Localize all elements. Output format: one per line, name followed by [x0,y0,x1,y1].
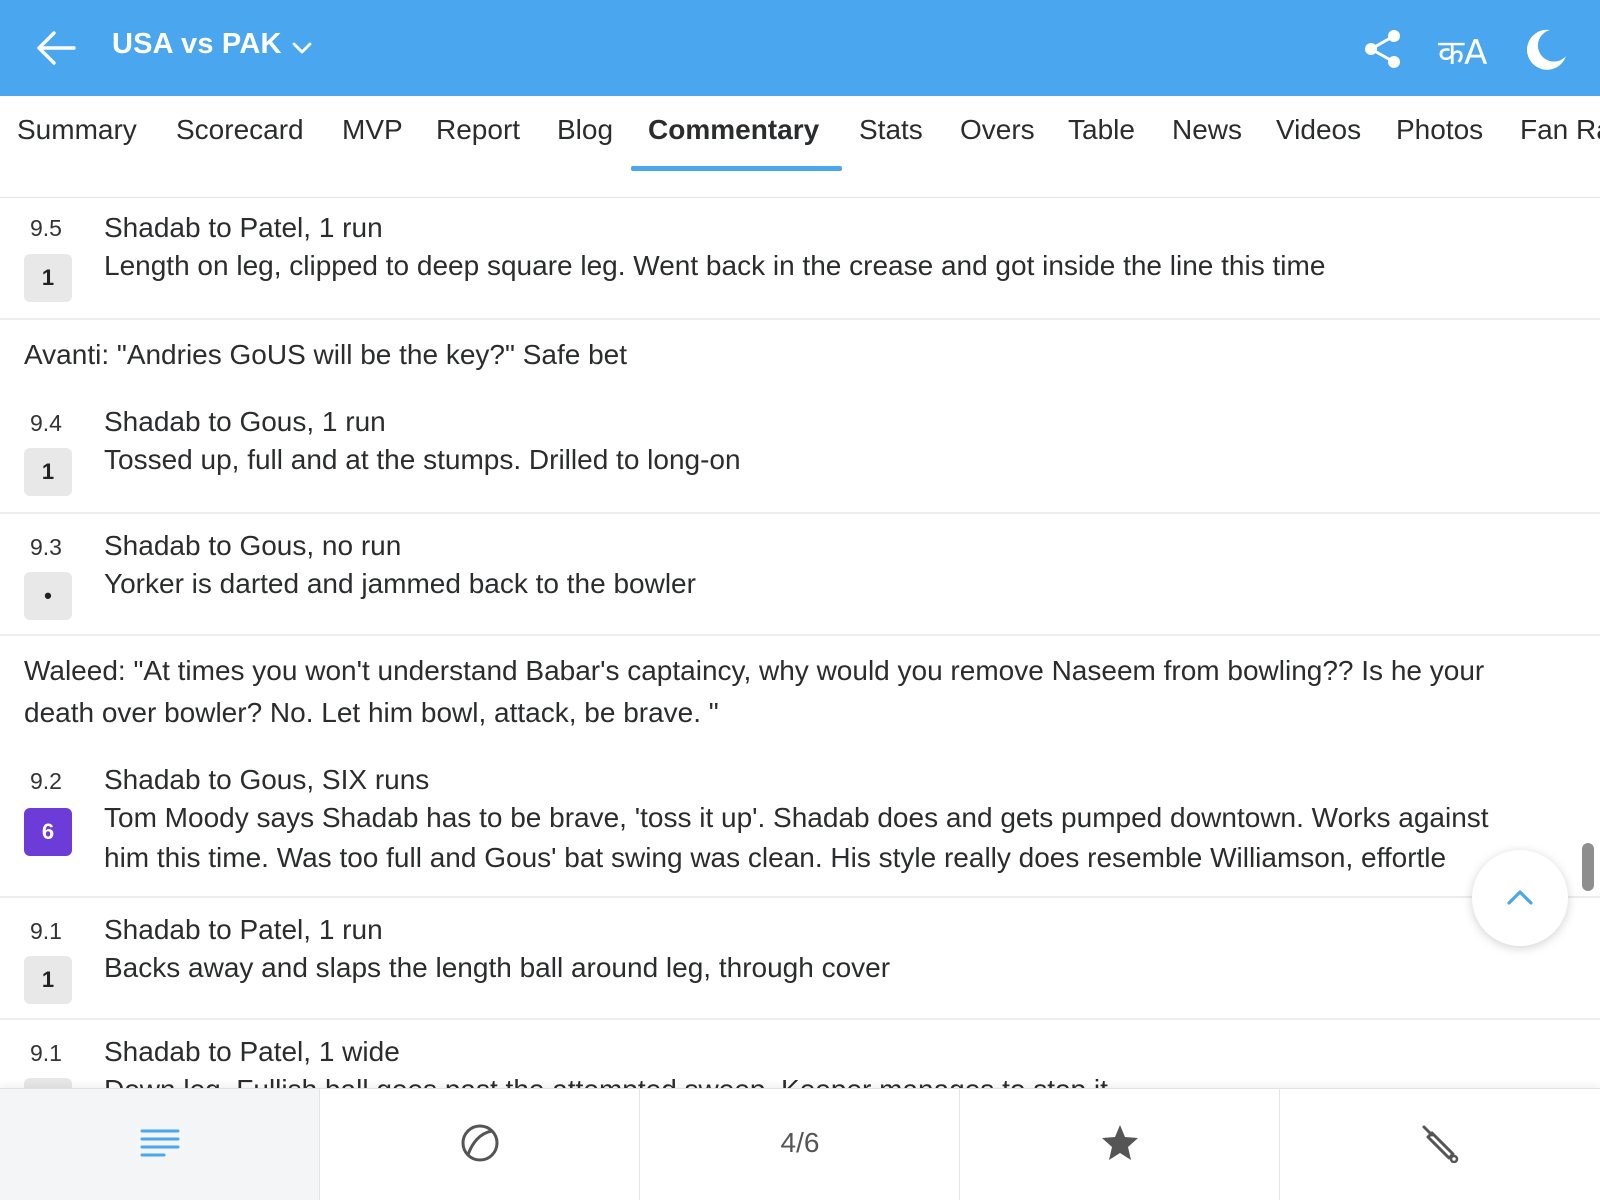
tab-blog[interactable]: Blog [557,114,613,146]
commentary-item: 9.3 • Shadab to Gous, no run Yorker is d… [0,514,1600,636]
tab-news[interactable]: News [1172,114,1242,146]
over-number: 9.5 [30,215,62,241]
commentary-feed[interactable]: 9.5 1 Shadab to Patel, 1 run Length on l… [0,198,1600,1088]
tab-report[interactable]: Report [436,114,520,146]
arrow-left-icon[interactable] [34,28,78,68]
ball-headline: Shadab to Gous, no run [104,530,402,561]
ball-description: Yorker is darted and jammed back to the … [104,568,696,599]
run-badge [24,1078,72,1088]
commentary-item: 9.1 Shadab to Patel, 1 wide Down leg. Fu… [0,1020,1600,1088]
over-number: 9.2 [30,768,62,794]
fan-comment: Waleed: "At times you won't understand B… [24,655,1485,728]
match-tabs: Summary Scorecard MVP Report Blog Commen… [0,96,1600,198]
app-bar: USA vs PAK कA [0,0,1600,96]
chevron-up-icon [1507,890,1533,905]
ball-description: Tossed up, full and at the stumps. Drill… [104,444,741,475]
chevron-down-icon[interactable] [290,36,314,60]
ball-description: Backs away and slaps the length ball aro… [104,952,891,983]
commentary-item: 9.5 1 Shadab to Patel, 1 run Length on l… [0,198,1600,320]
ball-headline: Shadab to Patel, 1 run [104,212,383,243]
nav-over-pager[interactable]: 4/6 [640,1089,960,1200]
active-tab-indicator [631,166,842,171]
bottom-nav: 4/6 [0,1088,1600,1200]
share-icon[interactable] [1362,28,1404,70]
commentary-item: 9.1 1 Shadab to Patel, 1 run Backs away … [0,898,1600,1020]
ball-headline: Shadab to Patel, 1 wide [104,1036,400,1067]
cricket-bat-icon [1422,1125,1459,1163]
run-badge: 1 [24,956,72,1004]
tab-summary[interactable]: Summary [17,114,137,146]
tab-commentary[interactable]: Commentary [648,114,819,146]
tab-stats[interactable]: Stats [859,114,923,146]
commentary-item: Waleed: "At times you won't understand B… [0,636,1600,898]
tab-scorecard[interactable]: Scorecard [176,114,304,146]
ball-icon [461,1124,499,1162]
tab-overs[interactable]: Overs [960,114,1035,146]
commentary-item: Avanti: "Andries GoUS will be the key?" … [0,320,1600,514]
list-icon [140,1129,180,1157]
six-badge: 6 [24,808,72,856]
language-toggle[interactable]: कA [1438,28,1487,74]
ball-description: Length on leg, clipped to deep square le… [104,250,1326,281]
over-pager-label: 4/6 [780,1127,820,1158]
nav-batting[interactable] [1280,1089,1600,1200]
match-title[interactable]: USA vs PAK [112,28,282,61]
over-number: 9.3 [30,534,62,560]
nav-ball[interactable] [320,1089,640,1200]
tab-fan-ratings[interactable]: Fan Ra [1520,114,1600,146]
scroll-to-top-button[interactable] [1472,850,1568,946]
ball-description: Down leg. Fullish ball goes past the att… [104,1070,1544,1088]
nav-commentary-list[interactable] [0,1089,320,1200]
tab-mvp[interactable]: MVP [342,114,403,146]
over-number: 9.1 [30,1040,62,1066]
ball-headline: Shadab to Patel, 1 run [104,914,383,945]
moon-icon[interactable] [1522,26,1568,72]
over-number: 9.4 [30,410,62,436]
tab-photos[interactable]: Photos [1396,114,1483,146]
run-badge: • [24,572,72,620]
nav-highlights[interactable] [960,1089,1280,1200]
ball-headline: Shadab to Gous, 1 run [104,406,386,437]
over-number: 9.1 [30,918,62,944]
ball-headline: Shadab to Gous, SIX runs [104,764,430,795]
fan-comment: Avanti: "Andries GoUS will be the key?" … [24,339,628,370]
tab-table[interactable]: Table [1068,114,1135,146]
ball-description: Tom Moody says Shadab has to be brave, '… [104,802,1489,873]
run-badge: 1 [24,254,72,302]
star-icon [1102,1125,1138,1160]
run-badge: 1 [24,448,72,496]
tab-videos[interactable]: Videos [1276,114,1361,146]
scrollbar-thumb[interactable] [1582,843,1594,891]
